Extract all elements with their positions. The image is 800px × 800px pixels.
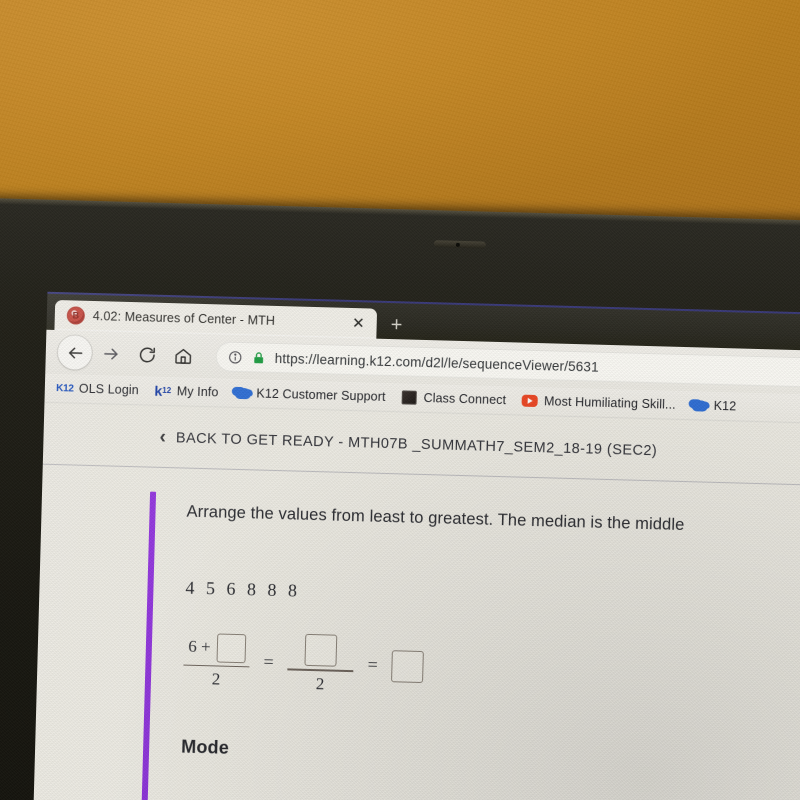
equals-sign-2: = — [367, 654, 379, 676]
forward-button[interactable] — [93, 336, 128, 371]
fraction-first: 6 + 2 — [183, 632, 251, 690]
numerator-lead-text: 6 + — [187, 636, 211, 657]
instruction-text: Arrange the values from least to greates… — [186, 502, 685, 535]
answer-box-1[interactable] — [216, 632, 246, 663]
fraction-denominator: 2 — [315, 673, 325, 693]
equation-row: 6 + 2 = 2 = — [183, 631, 800, 710]
breadcrumb[interactable]: ‹ BACK TO GET READY - MTH07B _SUMMATH7_S… — [43, 403, 800, 488]
breadcrumb-label: BACK TO GET READY - MTH07B _SUMMATH7_SEM… — [175, 429, 658, 459]
lesson-body: Arrange the values from least to greates… — [35, 465, 800, 800]
chevron-left-icon: ‹ — [159, 426, 167, 449]
k12-circle-favicon: B — [66, 306, 86, 325]
reload-button[interactable] — [129, 337, 164, 372]
screen-noise — [31, 291, 800, 800]
new-tab-button[interactable]: + — [376, 314, 414, 340]
divider — [42, 463, 800, 489]
fraction-numerator: 6 + — [184, 632, 250, 666]
close-icon[interactable]: ✕ — [350, 315, 367, 332]
bookmark-ols-login[interactable]: K12 OLS Login — [55, 381, 140, 398]
bookmark-k12-customer-support[interactable]: K12 Customer Support — [234, 385, 386, 404]
bookmark-most-humiliating-skill[interactable]: Most Humiliating Skill... — [521, 393, 676, 412]
accent-bar — [140, 491, 157, 800]
url-text: https://learning.k12.com/d2l/le/sequence… — [274, 350, 599, 375]
tab-title: 4.02: Measures of Center - MTH — [92, 308, 276, 328]
fraction-bar — [287, 668, 354, 672]
answer-box-2[interactable] — [304, 633, 338, 667]
address-bar[interactable]: https://learning.k12.com/d2l/le/sequence… — [215, 341, 800, 390]
fraction-denominator: 2 — [211, 669, 221, 689]
bookmark-label: Most Humiliating Skill... — [543, 394, 676, 412]
fraction-second: 2 — [287, 633, 355, 694]
back-button[interactable] — [57, 335, 93, 370]
bookmark-label: Class Connect — [423, 390, 507, 408]
bookmark-class-connect[interactable]: Class Connect — [401, 390, 506, 408]
home-button[interactable] — [165, 338, 200, 373]
browser-tab-strip: B 4.02: Measures of Center - MTH ✕ + — [46, 291, 800, 354]
browser-toolbar: https://learning.k12.com/d2l/le/sequence… — [45, 329, 800, 398]
bookmark-label: My Info — [176, 384, 219, 400]
dark-square-icon — [401, 390, 418, 405]
equals-sign-1: = — [263, 651, 274, 673]
page-info-icon — [229, 350, 242, 364]
k12-icon: K12 — [55, 382, 74, 394]
page-content: ‹ BACK TO GET READY - MTH07B _SUMMATH7_S… — [31, 402, 800, 800]
bookmark-label: K12 Customer Support — [256, 386, 386, 404]
laptop-screen: B 4.02: Measures of Center - MTH ✕ + htt… — [31, 291, 800, 800]
bookmark-my-info[interactable]: k 12 My Info — [154, 382, 219, 400]
values-list: 4 5 6 8 8 8 — [185, 577, 301, 601]
cloud-icon — [234, 385, 251, 400]
answer-box-3[interactable] — [391, 649, 425, 683]
bookmark-label: OLS Login — [78, 381, 140, 398]
fraction-bar — [183, 664, 250, 668]
mode-heading: Mode — [180, 736, 230, 758]
screen-glare — [31, 291, 800, 800]
browser-tab[interactable]: B 4.02: Measures of Center - MTH ✕ — [54, 299, 378, 339]
bookmark-k12[interactable]: K12 — [691, 398, 737, 414]
webcam — [433, 240, 486, 249]
k-superscript-icon: k 12 — [154, 382, 172, 399]
cloud-icon — [691, 398, 708, 413]
bookmarks-bar: K12 OLS Login k 12 My Info K12 Customer S… — [44, 373, 800, 427]
laptop-body: B 4.02: Measures of Center - MTH ✕ + htt… — [0, 196, 800, 800]
lock-icon — [254, 351, 264, 363]
fraction-numerator — [301, 633, 342, 670]
laptop-photo: B 4.02: Measures of Center - MTH ✕ + htt… — [0, 0, 800, 800]
youtube-icon — [521, 393, 539, 408]
bookmark-label: K12 — [713, 398, 737, 414]
